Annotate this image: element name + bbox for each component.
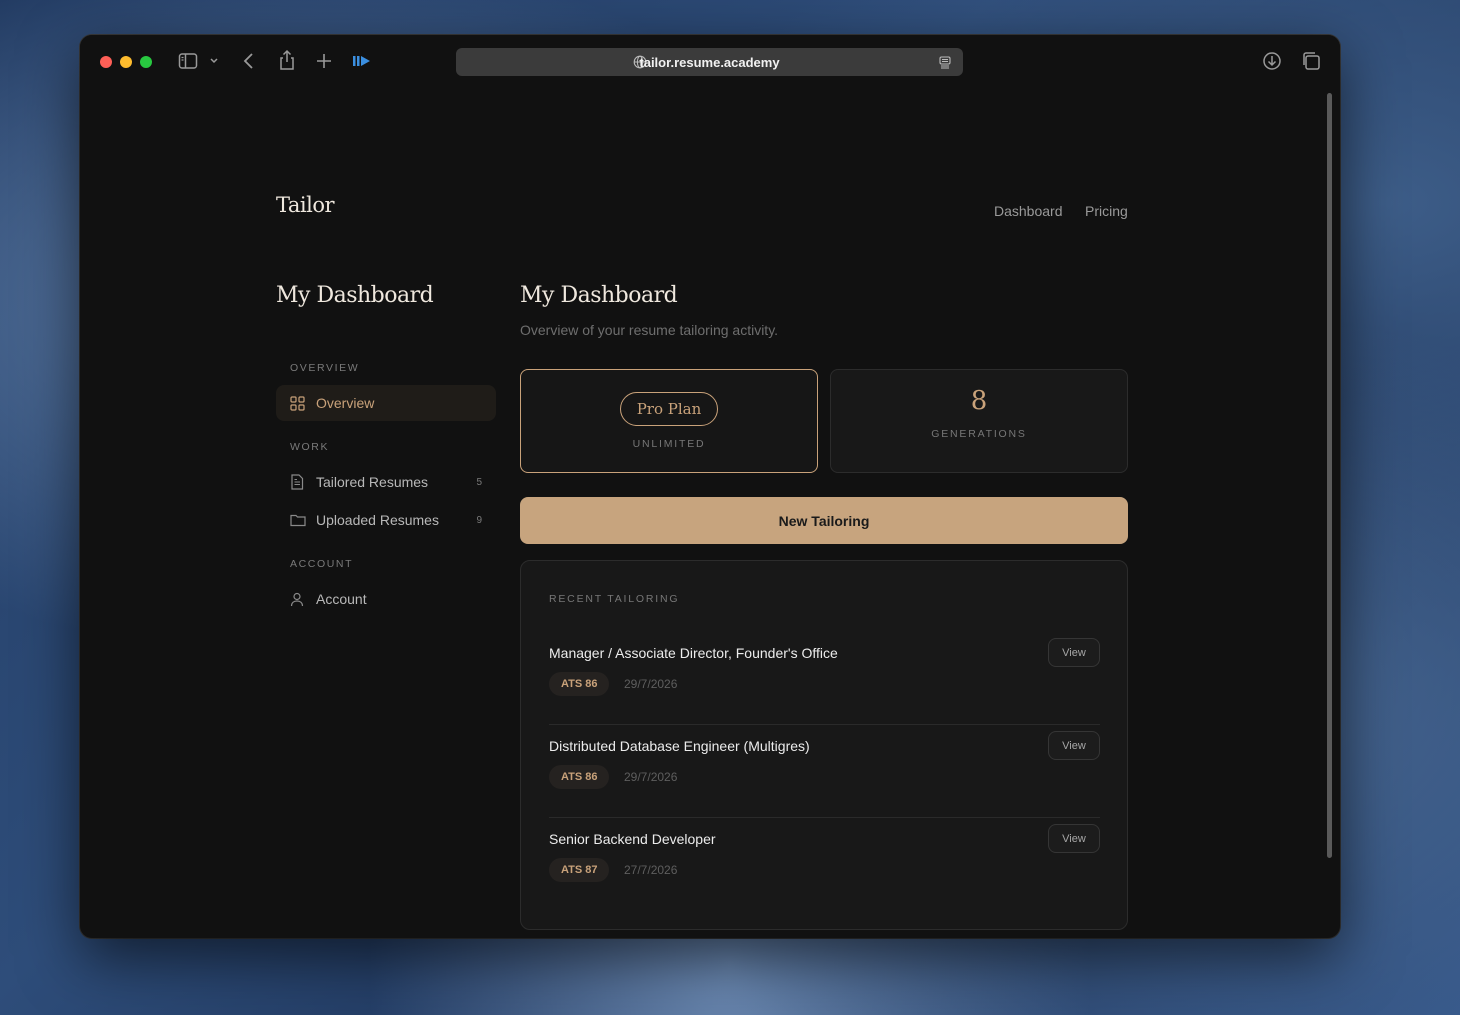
view-button[interactable]: View [1048,731,1100,760]
close-window-button[interactable] [100,56,112,68]
page-subtitle: Overview of your resume tailoring activi… [520,322,779,338]
site-logo[interactable]: Tailor [276,193,335,217]
address-bar[interactable]: tailor.resume.academy [456,48,963,76]
page-title: My Dashboard [520,283,678,308]
scrollbar-thumb[interactable] [1327,93,1332,858]
plan-detail: UNLIMITED [632,438,706,450]
url-text: tailor.resume.academy [639,55,780,70]
sidebar-title: My Dashboard [276,283,434,308]
grid-icon [290,395,306,411]
sidebar-item-uploaded-resumes[interactable]: Uploaded Resumes 9 [276,502,496,538]
generations-count: 8 [970,386,988,416]
plan-badge: Pro Plan [620,392,718,426]
row-title: Manager / Associate Director, Founder's … [549,645,838,661]
nav-pricing-link[interactable]: Pricing [1085,203,1128,219]
minimize-window-button[interactable] [120,56,132,68]
extension-icon[interactable] [352,51,372,71]
sidebar-item-overview[interactable]: Overview [276,385,496,421]
sidebar-item-label: Account [316,591,367,607]
sidebar-item-label: Overview [316,395,375,411]
browser-toolbar: tailor.resume.academy [80,35,1340,89]
view-button[interactable]: View [1048,638,1100,667]
recent-tailoring-label: RECENT TAILORING [549,593,680,605]
reader-icon[interactable] [939,56,951,74]
browser-window: tailor.resume.academy Tailor Dashboard P… [80,35,1340,938]
share-icon[interactable] [278,49,296,71]
row-title: Distributed Database Engineer (Multigres… [549,738,810,754]
uploaded-count-badge: 9 [476,514,482,526]
row-title: Senior Backend Developer [549,831,716,847]
plan-card: Pro Plan UNLIMITED [520,369,818,473]
tabs-icon[interactable] [1301,51,1321,71]
folder-icon [290,512,306,528]
generations-card: 8 GENERATIONS [830,369,1128,473]
ats-score-badge: ATS 86 [549,765,610,789]
ats-score-badge: ATS 87 [549,858,610,882]
row-date: 29/7/2026 [624,677,678,691]
chevron-down-icon[interactable] [209,57,219,65]
view-button[interactable]: View [1048,824,1100,853]
row-date: 29/7/2026 [624,770,678,784]
page-scrollbar[interactable] [1324,89,1334,932]
section-label-work: WORK [290,441,330,453]
sidebar-item-label: Tailored Resumes [316,474,429,490]
row-date: 27/7/2026 [624,863,678,877]
tailoring-row: Senior Backend Developer View ATS 87 27/… [549,818,1100,911]
recent-tailoring-card: RECENT TAILORING Manager / Associate Dir… [520,560,1128,930]
plus-icon[interactable] [316,51,332,71]
sidebar-item-account[interactable]: Account [276,581,496,617]
sidebar-item-label: Uploaded Resumes [316,512,439,528]
back-icon[interactable] [242,51,256,71]
nav-dashboard-link[interactable]: Dashboard [994,203,1063,219]
user-icon [290,591,306,607]
tailoring-row: Manager / Associate Director, Founder's … [549,632,1100,725]
tailored-count-badge: 5 [476,476,482,488]
section-label-account: ACCOUNT [290,558,354,570]
document-icon [290,474,306,490]
section-label-overview: OVERVIEW [290,362,360,374]
generations-label: GENERATIONS [931,428,1027,440]
zoom-window-button[interactable] [140,56,152,68]
page-content: Tailor Dashboard Pricing My Dashboard OV… [80,89,1324,938]
new-tailoring-button[interactable]: New Tailoring [520,497,1128,544]
sidebar-item-tailored-resumes[interactable]: Tailored Resumes 5 [276,464,496,500]
tailoring-row: Distributed Database Engineer (Multigres… [549,725,1100,818]
ats-score-badge: ATS 86 [549,672,610,696]
sidebar-toggle-icon[interactable] [178,51,198,71]
download-icon[interactable] [1262,51,1282,71]
